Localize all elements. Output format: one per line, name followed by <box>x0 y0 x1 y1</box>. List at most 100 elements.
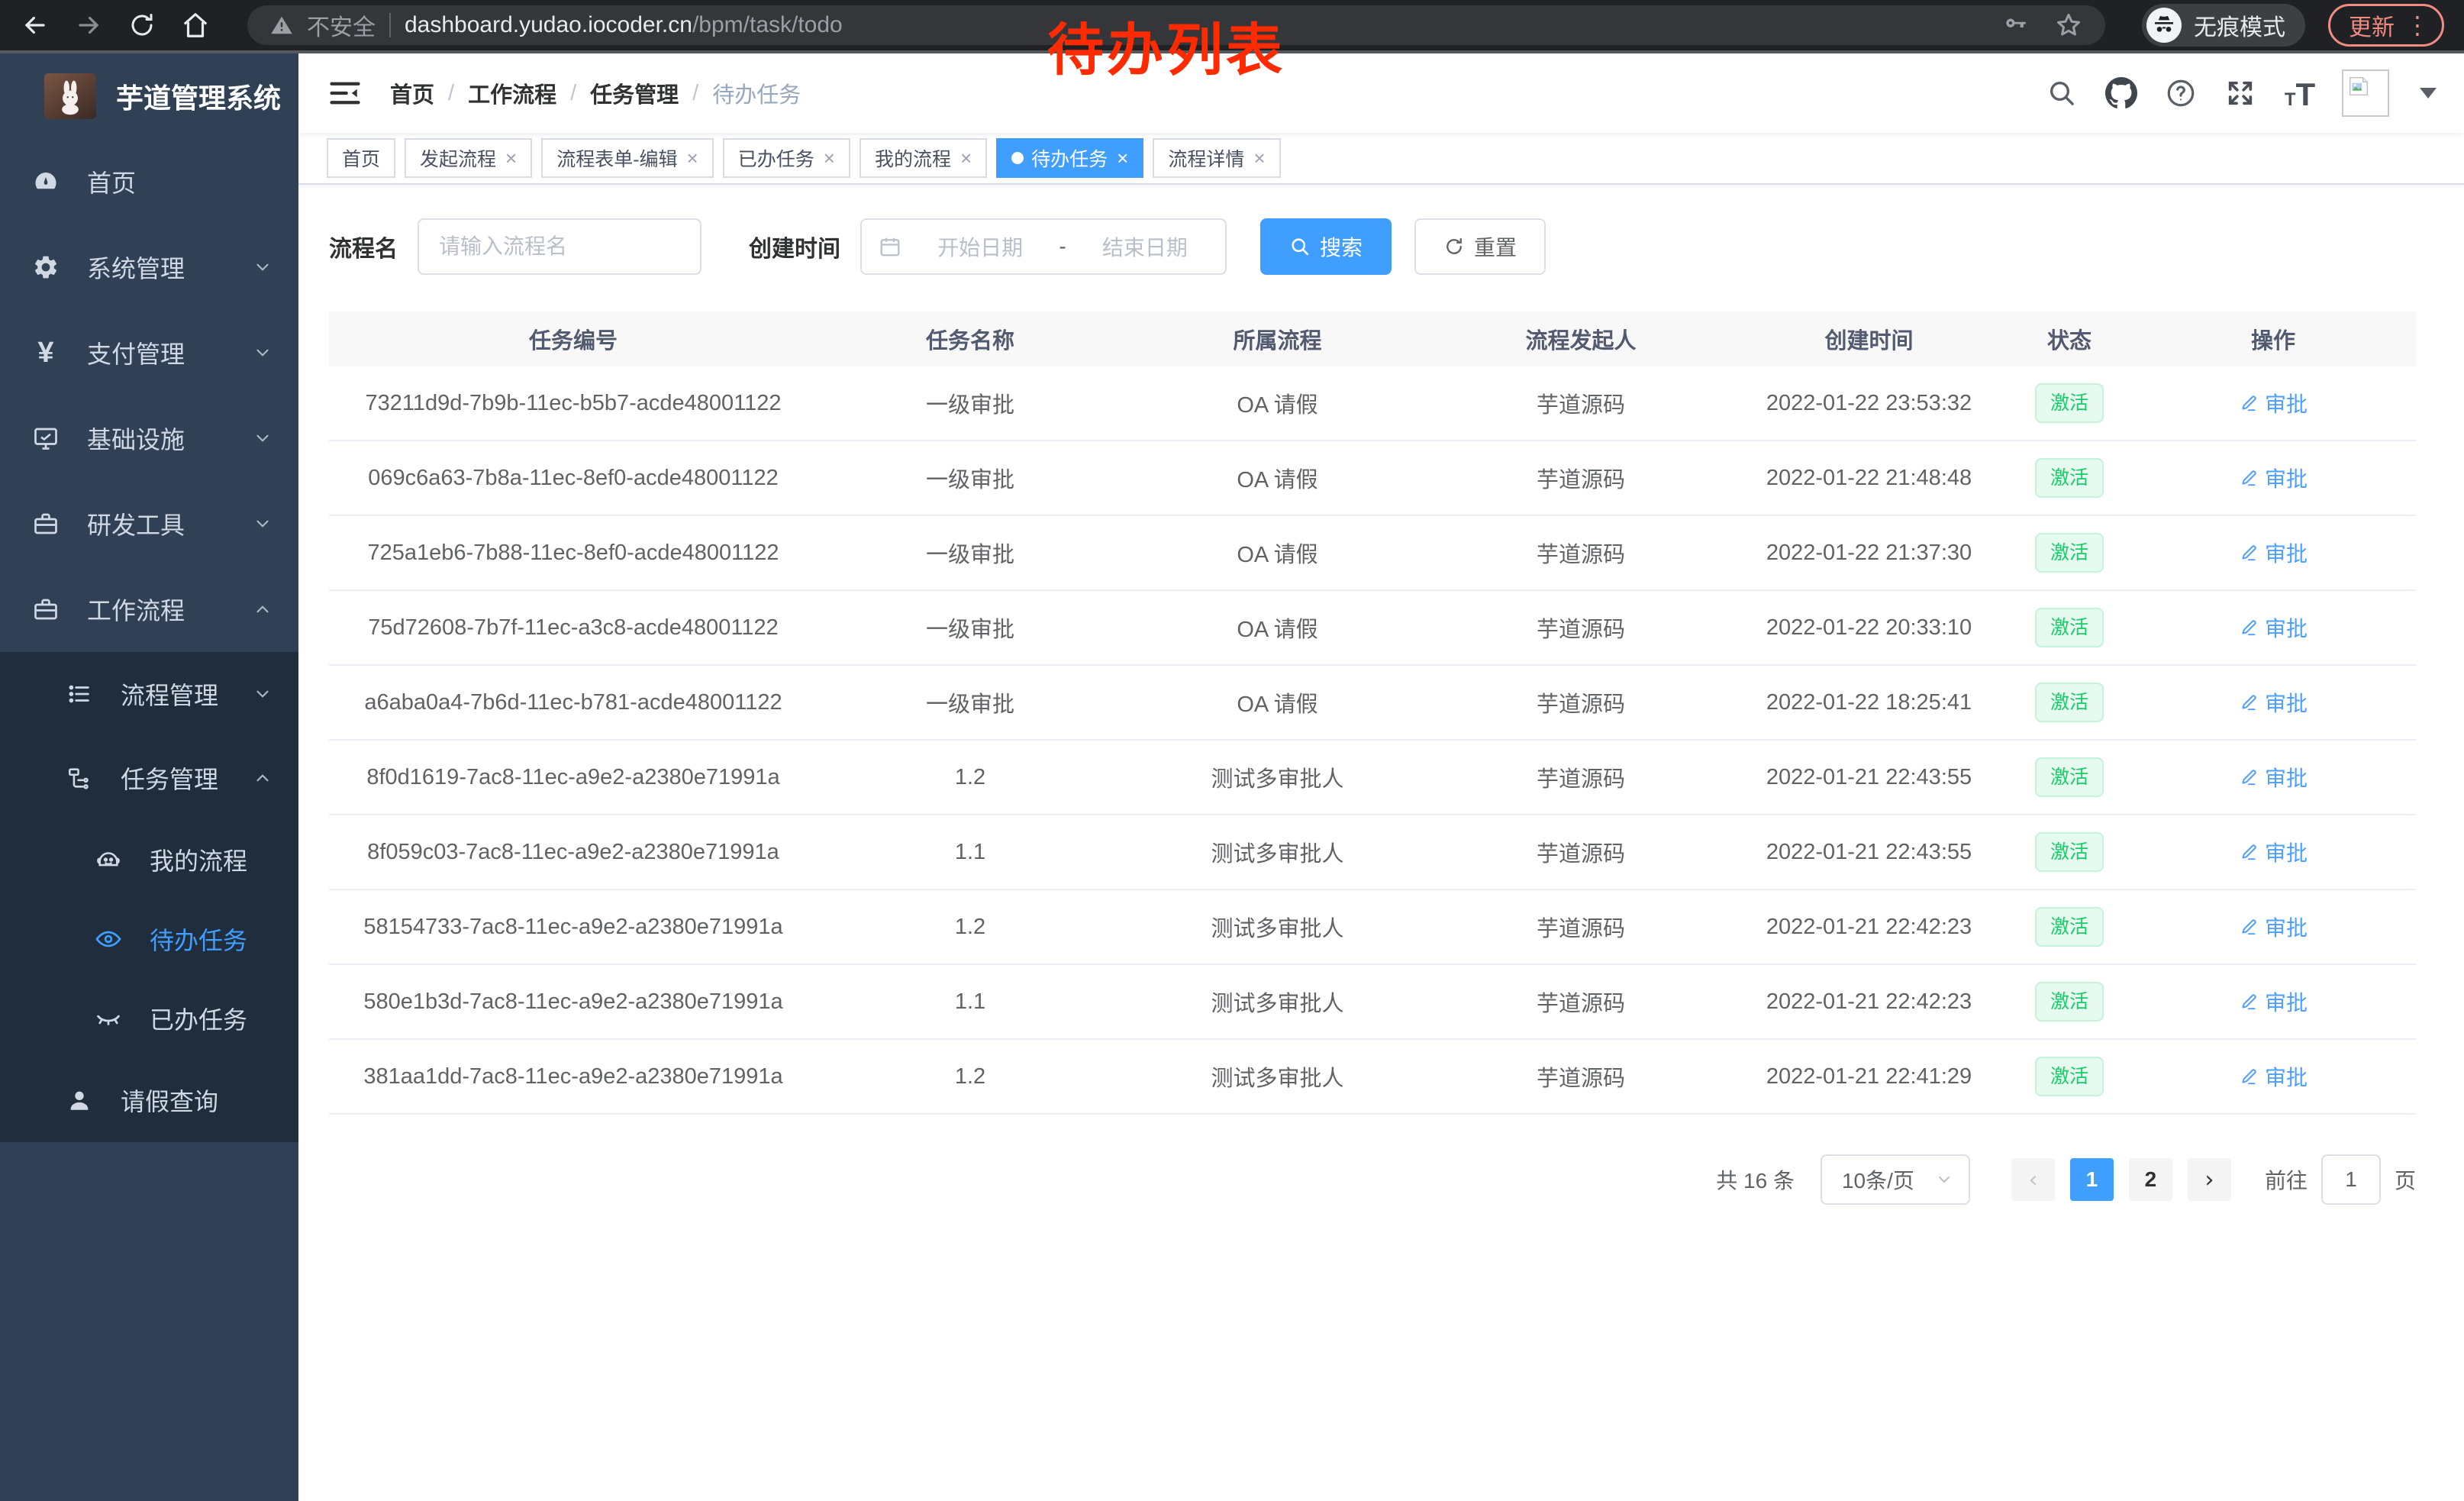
browser-menu-icon[interactable]: ⋮ <box>2405 11 2430 40</box>
sidebar-item-devtools[interactable]: 研发工具 <box>0 481 298 567</box>
actions-cell: 审批 <box>2130 388 2416 419</box>
task-name-cell: 一级审批 <box>818 686 1123 718</box>
sidebar-item-infra[interactable]: 基础设施 <box>0 395 298 481</box>
status-badge: 激活 <box>2035 458 2104 498</box>
process-cell: OA 请假 <box>1123 686 1432 718</box>
search-button[interactable]: 搜索 <box>1260 218 1392 275</box>
edit-pencil-icon <box>2239 842 2259 862</box>
todo-table: 任务编号 任务名称 所属流程 流程发起人 创建时间 状态 操作 73211d9d… <box>329 311 2416 1115</box>
url-host: dashboard.yudao.iocoder.cn <box>405 12 692 37</box>
close-icon[interactable]: × <box>1117 147 1128 170</box>
eye-icon <box>93 925 124 953</box>
approve-link[interactable]: 审批 <box>2239 612 2308 643</box>
chevron-down-icon <box>253 343 273 363</box>
next-page-button[interactable]: › <box>2188 1158 2231 1201</box>
task-name-cell: 1.2 <box>818 915 1123 940</box>
help-icon[interactable] <box>2163 76 2198 111</box>
close-icon[interactable]: × <box>505 147 517 170</box>
key-icon[interactable] <box>2003 12 2029 38</box>
breadcrumb-current: 待办任务 <box>712 77 801 109</box>
sidebar-item-todo-task[interactable]: 待办任务 <box>0 899 298 979</box>
tab-form-edit[interactable]: 流程表单-编辑 × <box>541 138 714 178</box>
tab-todo-task[interactable]: 待办任务 × <box>996 138 1143 178</box>
browser-back-icon[interactable] <box>20 10 50 40</box>
table-row: 8f059c03-7ac8-11ec-a9e2-a2380e71991a 1.1… <box>329 815 2416 890</box>
collapse-sidebar-icon[interactable] <box>329 79 361 107</box>
fullscreen-icon[interactable] <box>2223 76 2258 111</box>
date-range-picker[interactable]: 开始日期 - 结束日期 <box>860 218 1227 275</box>
sidebar-item-payment[interactable]: ¥ 支付管理 <box>0 310 298 395</box>
status-cell: 激活 <box>2008 832 2130 872</box>
process-cell: OA 请假 <box>1123 612 1432 644</box>
sidebar-item-system[interactable]: 系统管理 <box>0 224 298 310</box>
approve-link[interactable]: 审批 <box>2239 388 2308 418</box>
task-name-cell: 一级审批 <box>818 462 1123 494</box>
browser-home-icon[interactable] <box>180 10 211 40</box>
approve-link[interactable]: 审批 <box>2239 537 2308 568</box>
user-avatar[interactable] <box>2342 69 2389 117</box>
list-icon <box>64 681 95 707</box>
create-time-cell: 2022-01-21 22:41:29 <box>1730 1064 2008 1089</box>
task-name-cell: 一级审批 <box>818 387 1123 419</box>
approve-link[interactable]: 审批 <box>2239 912 2308 942</box>
process-cell: 测试多审批人 <box>1123 911 1432 943</box>
approve-link[interactable]: 审批 <box>2239 762 2308 792</box>
sidebar-item-home[interactable]: 首页 <box>0 139 298 224</box>
robot-icon <box>93 847 124 873</box>
starter-cell: 芋道源码 <box>1432 612 1730 644</box>
page-button-1[interactable]: 1 <box>2070 1158 2114 1201</box>
approve-link[interactable]: 审批 <box>2239 986 2308 1017</box>
browser-reload-icon[interactable] <box>127 10 157 40</box>
breadcrumb-task-mgmt[interactable]: 任务管理 <box>590 77 679 109</box>
sidebar-item-done-task[interactable]: 已办任务 <box>0 979 298 1058</box>
breadcrumb-workflow[interactable]: 工作流程 <box>468 77 556 109</box>
page-size-select[interactable]: 10条/页 <box>1821 1154 1970 1205</box>
approve-link[interactable]: 审批 <box>2239 463 2308 493</box>
close-icon[interactable]: × <box>960 147 972 170</box>
browser-forward-icon[interactable] <box>73 10 104 40</box>
create-time-cell: 2022-01-21 22:43:55 <box>1730 840 2008 865</box>
goto-page-input[interactable] <box>2321 1154 2381 1205</box>
browser-update-button[interactable]: 更新 ⋮ <box>2328 4 2444 47</box>
chevron-down-icon <box>253 257 273 277</box>
tab-my-process[interactable]: 我的流程 × <box>859 138 987 178</box>
sidebar-item-process-mgmt[interactable]: 流程管理 <box>0 652 298 736</box>
tags-view: 首页 发起流程 × 流程表单-编辑 × 已办任务 × 我的流程 × <box>298 133 2464 185</box>
table-row: 8f0d1619-7ac8-11ec-a9e2-a2380e71991a 1.2… <box>329 741 2416 815</box>
prev-page-button[interactable]: ‹ <box>2011 1158 2055 1201</box>
tab-home[interactable]: 首页 <box>327 138 395 178</box>
github-icon[interactable] <box>2104 76 2139 111</box>
page-content: 流程名 创建时间 开始日期 - 结束日期 搜索 <box>298 185 2464 1501</box>
tab-process-detail[interactable]: 流程详情 × <box>1153 138 1280 178</box>
approve-link[interactable]: 审批 <box>2239 1061 2308 1092</box>
approve-link[interactable]: 审批 <box>2239 837 2308 867</box>
status-cell: 激活 <box>2008 533 2130 573</box>
process-cell: 测试多审批人 <box>1123 836 1432 868</box>
status-cell: 激活 <box>2008 757 2130 797</box>
table-row: 381aa1dd-7ac8-11ec-a9e2-a2380e71991a 1.2… <box>329 1040 2416 1115</box>
sidebar-item-task-mgmt[interactable]: 任务管理 <box>0 736 298 820</box>
tab-start-process[interactable]: 发起流程 × <box>405 138 532 178</box>
app-logo[interactable]: 芋道管理系统 <box>0 53 298 139</box>
avatar-dropdown-icon[interactable] <box>2420 88 2437 98</box>
sidebar-item-workflow[interactable]: 工作流程 <box>0 567 298 652</box>
chevron-up-icon <box>253 768 273 788</box>
approve-link[interactable]: 审批 <box>2239 687 2308 718</box>
font-size-icon[interactable]: TT <box>2282 76 2317 111</box>
sidebar-item-my-process[interactable]: 我的流程 <box>0 820 298 899</box>
tab-done-task[interactable]: 已办任务 × <box>723 138 850 178</box>
close-icon[interactable]: × <box>824 147 835 170</box>
security-warning-icon[interactable] <box>270 14 293 37</box>
breadcrumb-home[interactable]: 首页 <box>390 77 434 109</box>
close-icon[interactable]: × <box>687 147 698 170</box>
sidebar-item-leave-query[interactable]: 请假查询 <box>0 1058 298 1142</box>
process-name-input[interactable] <box>418 218 701 275</box>
reset-button[interactable]: 重置 <box>1414 218 1546 275</box>
bookmark-star-icon[interactable] <box>2055 11 2082 39</box>
page-button-2[interactable]: 2 <box>2129 1158 2172 1201</box>
url-separator <box>389 13 391 37</box>
close-icon[interactable]: × <box>1253 147 1265 170</box>
search-icon[interactable] <box>2044 76 2079 111</box>
filter-bar: 流程名 创建时间 开始日期 - 结束日期 搜索 <box>329 218 2433 275</box>
table-body: 73211d9d-7b9b-11ec-b5b7-acde48001122 一级审… <box>329 366 2416 1115</box>
